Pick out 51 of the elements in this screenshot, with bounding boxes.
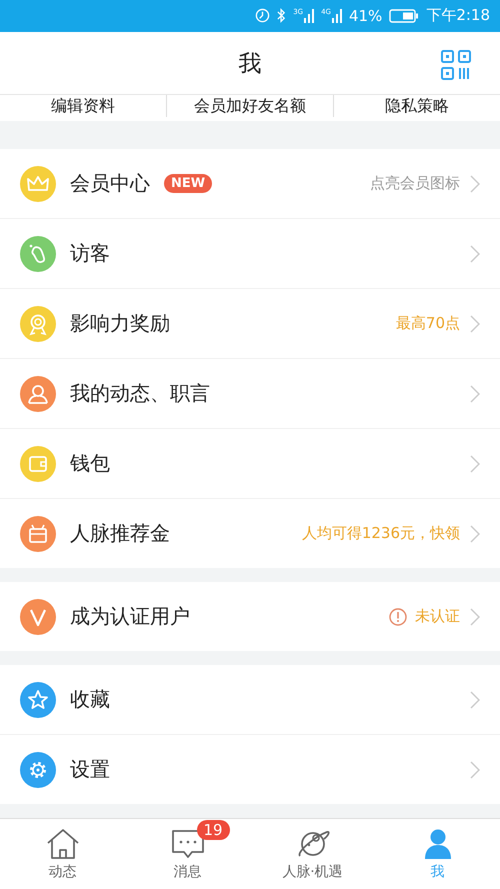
chevron-icon	[470, 690, 480, 709]
chevron-icon	[470, 174, 480, 193]
quick-link[interactable]: 隐私策略	[334, 95, 500, 118]
menu-item[interactable]: 人脉推荐金 人均可得1236元，快领	[0, 499, 500, 568]
menu-value: 点亮会员图标	[370, 174, 460, 194]
chat-icon	[170, 828, 204, 860]
chevron-icon	[470, 760, 480, 779]
menu-label: 我的动态、职言	[70, 380, 210, 408]
tab[interactable]: 19 消息	[125, 819, 250, 889]
menu-value: 最高70点	[396, 314, 460, 334]
menu-item[interactable]: 收藏	[0, 665, 500, 736]
menu-item[interactable]: 我的动态、职言	[0, 359, 500, 430]
menu-item[interactable]: 影响力奖励 最高70点	[0, 289, 500, 360]
home-icon	[46, 828, 80, 860]
menu-item[interactable]: 设置	[0, 735, 500, 804]
warning-icon	[389, 608, 407, 626]
chevron-icon	[470, 608, 480, 626]
menu-item[interactable]: 会员中心 NEW 点亮会员图标	[0, 149, 500, 220]
menu-label: 成为认证用户	[70, 603, 190, 630]
menu-item[interactable]: 成为认证用户 未认证	[0, 582, 500, 652]
bluetooth-icon	[277, 8, 286, 24]
battery-percent: 41%	[348, 6, 382, 25]
chevron-icon	[470, 244, 480, 263]
menu-value: 未认证	[415, 607, 460, 626]
qr-code-icon[interactable]	[440, 48, 472, 81]
signal-icon	[332, 8, 342, 24]
menu-label: 会员中心	[70, 170, 150, 198]
new-badge: NEW	[164, 174, 212, 194]
page-title: 我	[238, 50, 262, 79]
unread-badge: 19	[196, 820, 230, 840]
menu-label: 收藏	[70, 686, 110, 714]
tab[interactable]: 动态	[0, 819, 125, 889]
chevron-icon	[470, 454, 480, 473]
menu-label: 人脉推荐金	[70, 520, 170, 548]
menu-label: 设置	[70, 756, 110, 784]
menu-label: 影响力奖励	[70, 310, 170, 338]
tab[interactable]: 人脉·机遇	[250, 819, 375, 889]
quick-link[interactable]: 会员加好友名额	[167, 95, 333, 118]
clock: 下午2:18	[426, 6, 490, 26]
alarm-icon	[255, 8, 270, 24]
menu-label: 访客	[70, 240, 110, 268]
battery-icon	[389, 8, 420, 23]
menu-label: 钱包	[70, 450, 110, 478]
chevron-icon	[470, 384, 480, 403]
signal-icon	[304, 8, 314, 24]
menu-value: 人均可得1236元，快领	[302, 524, 460, 544]
menu-item[interactable]: 钱包	[0, 429, 500, 500]
chevron-icon	[470, 524, 480, 543]
menu-item[interactable]: 访客	[0, 219, 500, 290]
chevron-icon	[470, 314, 480, 333]
quick-link[interactable]: 编辑资料	[0, 95, 166, 118]
